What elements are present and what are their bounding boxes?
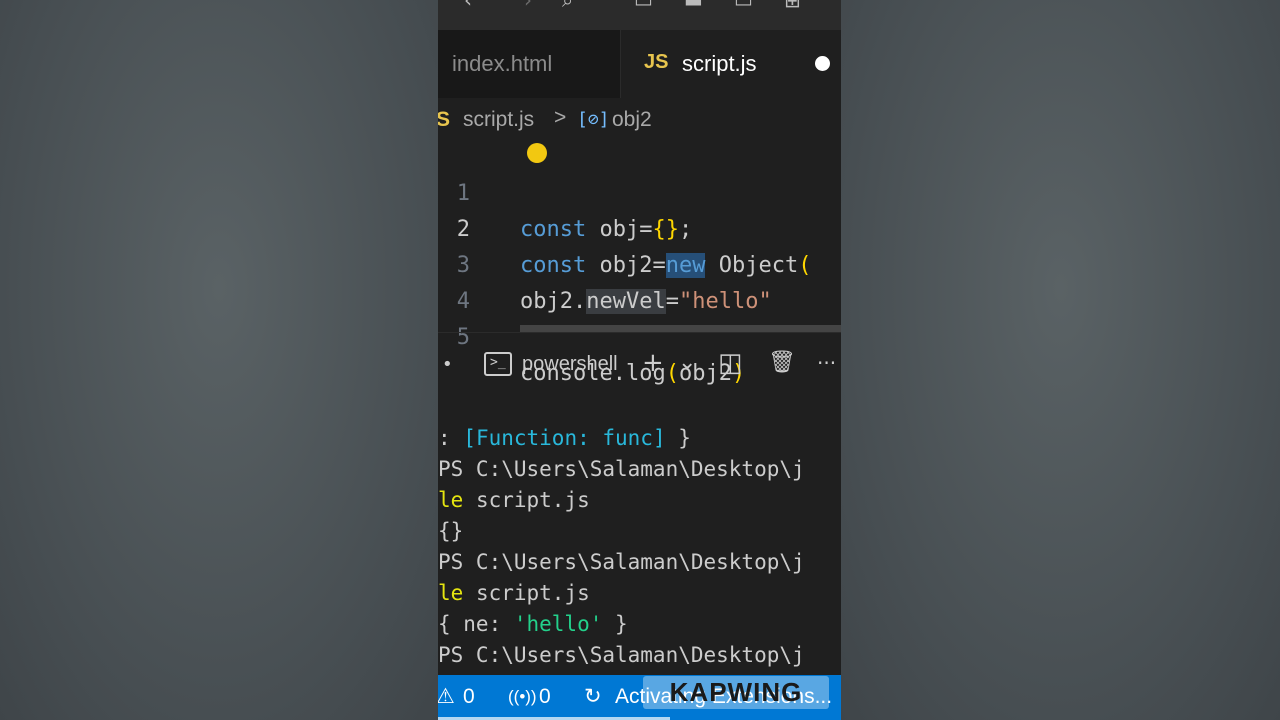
terminal-text: [Function: func] [463, 426, 666, 450]
terminal-header: • >_ powershell + ⌄ ◫ 🗑 ··· [438, 340, 841, 390]
sync-icon: ↻ [584, 685, 602, 708]
broadcast-icon[interactable]: ((•)) [508, 684, 537, 710]
editor-tabs: index.html JS script.js [438, 30, 841, 98]
terminal-line: le script.js [438, 578, 841, 609]
js-file-icon: JS [644, 51, 669, 73]
forward-icon[interactable]: › [524, 0, 532, 10]
unsaved-dot-icon[interactable] [815, 56, 830, 71]
variable-icon: [⊘] [577, 109, 610, 130]
customize-layout-icon[interactable]: ⊞ [784, 0, 801, 10]
terminal-text: le [438, 488, 464, 512]
terminal-text: } [665, 426, 691, 450]
terminal-shell-name[interactable]: powershell [522, 353, 618, 376]
terminal-text: } [602, 612, 628, 636]
code-line[interactable]: 5 console.log(obj2) [438, 284, 841, 386]
layout-secondary-icon[interactable]: ▭ [734, 0, 753, 10]
tab-script-js[interactable]: JS script.js [621, 30, 841, 98]
background-right [841, 0, 1280, 720]
vscode-window: ‹ › ⌕ ▭ ▬ ▭ ⊞ index.html JS script.js S … [438, 0, 841, 720]
breadcrumb-symbol[interactable]: obj2 [612, 108, 652, 132]
background-left [0, 0, 438, 720]
code-editor[interactable]: 1 const obj={}; 2 const obj2=new Object(… [438, 140, 841, 386]
horizontal-scrollbar[interactable] [520, 325, 841, 332]
layout-sidebar-icon[interactable]: ▭ [634, 0, 653, 10]
tab-index-html[interactable]: index.html [438, 30, 621, 98]
terminal-line: {} [438, 516, 841, 547]
chevron-down-icon[interactable]: ⌄ [678, 348, 696, 378]
terminal-text: script.js [463, 581, 590, 605]
terminal-line: { ne: 'hello' } [438, 609, 841, 640]
terminal-icon: >_ [484, 352, 512, 376]
js-file-icon: S [438, 108, 451, 131]
terminal-line: PS C:\Users\Salaman\Desktop\j [438, 454, 841, 485]
terminal-text: {} [438, 519, 464, 543]
tab-label: index.html [452, 51, 553, 76]
terminal-text: { ne: [438, 612, 514, 636]
warning-icon[interactable]: ⚠ [438, 684, 455, 710]
more-actions-icon[interactable]: ··· [817, 348, 836, 378]
code-line[interactable]: 4 [438, 248, 841, 314]
terminal-text: PS C:\Users\Salaman\Desktop\j [438, 457, 805, 481]
terminal-text: PS C:\Users\Salaman\Desktop\j [438, 643, 805, 667]
kapwing-watermark: KAPWING [643, 676, 829, 709]
code-line[interactable]: 3 obj2.newVel="hello" [438, 212, 841, 314]
terminal-output[interactable]: : [Function: func] } PS C:\Users\Salaman… [438, 420, 841, 675]
terminal-text: : [438, 426, 464, 450]
tab-label: script.js [682, 51, 757, 76]
add-terminal-icon[interactable]: + [642, 348, 664, 378]
terminal-line: PS C:\Users\Salaman\Desktop\j [438, 640, 841, 671]
trash-icon[interactable]: 🗑 [768, 348, 796, 378]
chevron-right-icon: > [554, 106, 567, 129]
panel-divider[interactable] [438, 332, 841, 333]
terminal-text: le [438, 581, 464, 605]
top-toolbar: ‹ › ⌕ ▭ ▬ ▭ ⊞ [438, 0, 841, 30]
terminal-line: PS C:\Users\Salaman\Desktop\j [438, 547, 841, 578]
layout-panel-icon[interactable]: ▬ [684, 0, 703, 10]
terminal-line: : [Function: func] } [438, 423, 841, 454]
panel-overflow-icon[interactable]: • [442, 354, 453, 375]
terminal-text: 'hello' [513, 612, 603, 636]
breadcrumb: S script.js > [⊘] obj2 [438, 104, 841, 136]
code-line[interactable]: 1 const obj={}; [438, 140, 841, 242]
code-line[interactable]: 2 const obj2=new Object( [438, 176, 841, 278]
split-terminal-icon[interactable]: ◫ [718, 348, 743, 378]
ports-count[interactable]: 0 [539, 684, 551, 710]
terminal-text: PS C:\Users\Salaman\Desktop\j [438, 550, 805, 574]
terminal-text: script.js [463, 488, 590, 512]
lightbulb-icon[interactable] [527, 143, 547, 163]
search-icon[interactable]: ⌕ [562, 0, 573, 10]
terminal-line: le script.js [438, 485, 841, 516]
warning-count[interactable]: 0 [463, 684, 475, 710]
breadcrumb-file[interactable]: script.js [463, 108, 534, 132]
back-icon[interactable]: ‹ [464, 0, 472, 10]
